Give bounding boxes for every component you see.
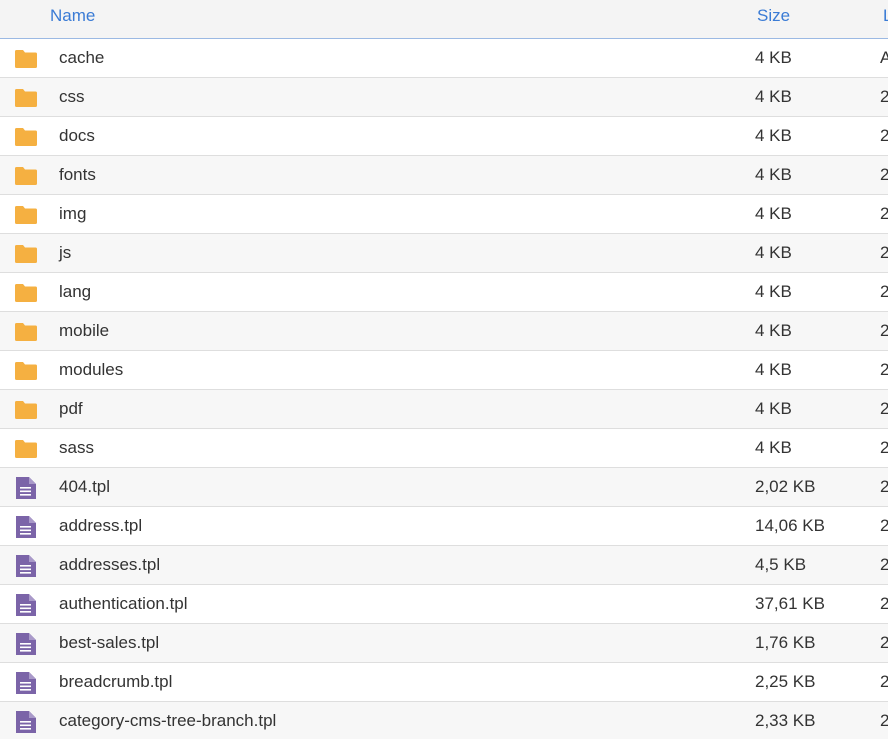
row-size: 37,61 KB bbox=[755, 594, 825, 613]
table-body: cache 4 KB Acss 4 KB 2 docs 4 KB 2 fonts 4 KB 2 img… bbox=[0, 39, 888, 739]
row-size: 4 KB bbox=[755, 87, 792, 106]
row-size: 4 KB bbox=[755, 282, 792, 301]
folder-row[interactable]: sass 4 KB 2 bbox=[0, 429, 888, 468]
row-size: 4 KB bbox=[755, 399, 792, 418]
row-name[interactable]: category-cms-tree-branch.tpl bbox=[59, 711, 276, 731]
folder-icon bbox=[14, 281, 38, 305]
file-row[interactable]: authentication.tpl 37,61 KB 2 bbox=[0, 585, 888, 624]
folder-row[interactable]: mobile 4 KB 2 bbox=[0, 312, 888, 351]
row-last-modified: 2 bbox=[880, 282, 888, 301]
row-size: 4,5 KB bbox=[755, 555, 807, 574]
folder-icon bbox=[14, 47, 38, 71]
row-last-modified: 2 bbox=[880, 165, 888, 184]
column-header-name[interactable]: Name bbox=[50, 6, 95, 26]
folder-row[interactable]: pdf 4 KB 2 bbox=[0, 390, 888, 429]
row-last-modified: 2 bbox=[880, 87, 888, 106]
folder-icon bbox=[14, 398, 38, 422]
folder-icon bbox=[14, 437, 38, 461]
row-last-modified: 2 bbox=[880, 438, 888, 457]
row-size: 4 KB bbox=[755, 438, 792, 457]
row-last-modified: 2 bbox=[880, 672, 888, 691]
row-size: 4 KB bbox=[755, 126, 792, 145]
row-last-modified: 2 bbox=[880, 126, 888, 145]
column-header-size[interactable]: Size bbox=[757, 6, 790, 26]
row-size: 14,06 KB bbox=[755, 516, 825, 535]
row-size: 4 KB bbox=[755, 204, 792, 223]
folder-row[interactable]: cache 4 KB A bbox=[0, 39, 888, 78]
file-row[interactable]: 404.tpl 2,02 KB 2 bbox=[0, 468, 888, 507]
row-size: 2,25 KB bbox=[755, 672, 816, 691]
file-text-icon bbox=[14, 710, 38, 734]
row-name[interactable]: authentication.tpl bbox=[59, 594, 188, 614]
row-last-modified: 2 bbox=[880, 243, 888, 262]
row-last-modified: A bbox=[880, 48, 888, 67]
row-name[interactable]: docs bbox=[59, 126, 95, 146]
file-text-icon bbox=[14, 515, 38, 539]
table-header: Name Size L bbox=[0, 0, 888, 39]
file-row[interactable]: addresses.tpl 4,5 KB 2 bbox=[0, 546, 888, 585]
row-name[interactable]: lang bbox=[59, 282, 91, 302]
row-name[interactable]: js bbox=[59, 243, 71, 263]
row-last-modified: 2 bbox=[880, 594, 888, 613]
row-last-modified: 2 bbox=[880, 477, 888, 496]
row-size: 4 KB bbox=[755, 243, 792, 262]
row-size: 4 KB bbox=[755, 165, 792, 184]
row-name[interactable]: modules bbox=[59, 360, 123, 380]
file-row[interactable]: breadcrumb.tpl 2,25 KB 2 bbox=[0, 663, 888, 702]
row-last-modified: 2 bbox=[880, 633, 888, 652]
row-size: 2,33 KB bbox=[755, 711, 816, 730]
file-text-icon bbox=[14, 593, 38, 617]
row-name[interactable]: 404.tpl bbox=[59, 477, 110, 497]
file-text-icon bbox=[14, 554, 38, 578]
folder-row[interactable]: fonts 4 KB 2 bbox=[0, 156, 888, 195]
row-name[interactable]: sass bbox=[59, 438, 94, 458]
folder-icon bbox=[14, 203, 38, 227]
folder-row[interactable]: js 4 KB 2 bbox=[0, 234, 888, 273]
folder-icon bbox=[14, 320, 38, 344]
folder-row[interactable]: docs 4 KB 2 bbox=[0, 117, 888, 156]
file-text-icon bbox=[14, 632, 38, 656]
file-row[interactable]: best-sales.tpl 1,76 KB 2 bbox=[0, 624, 888, 663]
folder-icon bbox=[14, 242, 38, 266]
row-name[interactable]: addresses.tpl bbox=[59, 555, 160, 575]
row-last-modified: 2 bbox=[880, 360, 888, 379]
row-size: 1,76 KB bbox=[755, 633, 816, 652]
row-size: 4 KB bbox=[755, 321, 792, 340]
row-name[interactable]: address.tpl bbox=[59, 516, 142, 536]
row-last-modified: 2 bbox=[880, 711, 888, 730]
folder-icon bbox=[14, 86, 38, 110]
row-name[interactable]: img bbox=[59, 204, 86, 224]
folder-row[interactable]: css 4 KB 2 bbox=[0, 78, 888, 117]
folder-icon bbox=[14, 164, 38, 188]
file-row[interactable]: category-cms-tree-branch.tpl 2,33 KB 2 bbox=[0, 702, 888, 739]
file-row[interactable]: address.tpl 14,06 KB 2 bbox=[0, 507, 888, 546]
row-size: 4 KB bbox=[755, 48, 792, 67]
folder-row[interactable]: modules 4 KB 2 bbox=[0, 351, 888, 390]
row-name[interactable]: cache bbox=[59, 48, 104, 68]
column-header-last-modified[interactable]: L bbox=[883, 6, 888, 26]
folder-row[interactable]: img 4 KB 2 bbox=[0, 195, 888, 234]
row-name[interactable]: best-sales.tpl bbox=[59, 633, 159, 653]
folder-icon bbox=[14, 359, 38, 383]
row-name[interactable]: css bbox=[59, 87, 85, 107]
row-last-modified: 2 bbox=[880, 399, 888, 418]
file-list-table: Name Size L cache 4 KB Acss 4 KB 2 docs 4 KB 2 f… bbox=[0, 0, 888, 739]
folder-icon bbox=[14, 125, 38, 149]
row-last-modified: 2 bbox=[880, 321, 888, 340]
row-name[interactable]: mobile bbox=[59, 321, 109, 341]
file-text-icon bbox=[14, 671, 38, 695]
row-name[interactable]: pdf bbox=[59, 399, 83, 419]
row-name[interactable]: fonts bbox=[59, 165, 96, 185]
row-size: 2,02 KB bbox=[755, 477, 816, 496]
row-size: 4 KB bbox=[755, 360, 792, 379]
folder-row[interactable]: lang 4 KB 2 bbox=[0, 273, 888, 312]
row-last-modified: 2 bbox=[880, 204, 888, 223]
file-text-icon bbox=[14, 476, 38, 500]
row-last-modified: 2 bbox=[880, 516, 888, 535]
row-name[interactable]: breadcrumb.tpl bbox=[59, 672, 172, 692]
row-last-modified: 2 bbox=[880, 555, 888, 574]
